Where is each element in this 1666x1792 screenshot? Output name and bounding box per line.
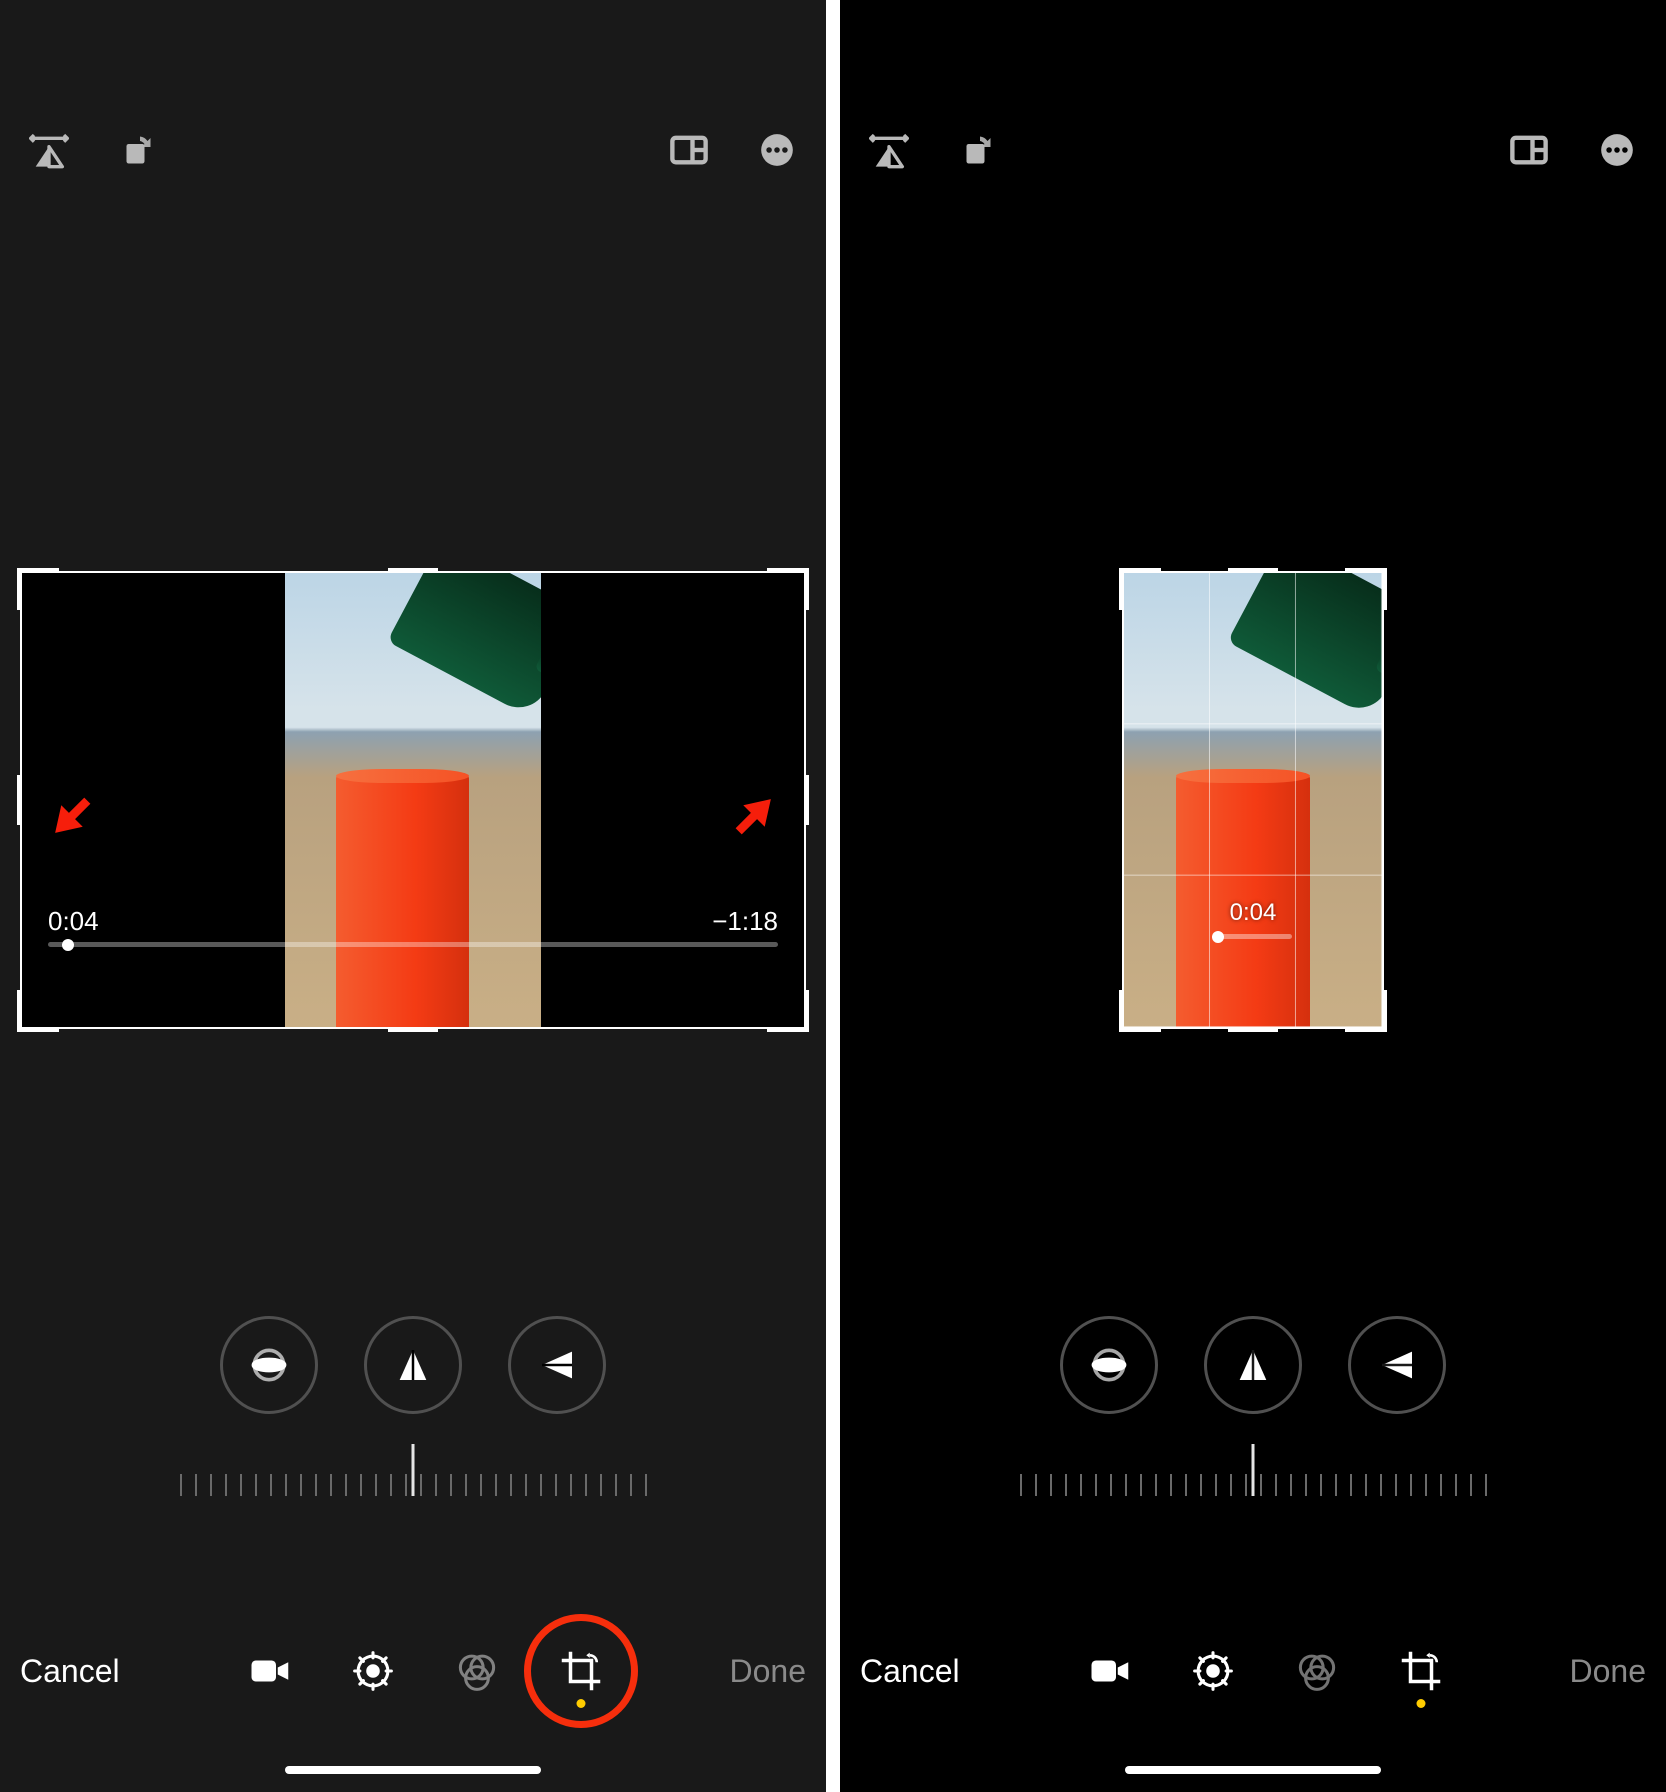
time-current: 0:04 — [1230, 899, 1277, 927]
scrubber[interactable] — [48, 942, 778, 947]
crop-frame[interactable]: 0:04 −1:18 — [20, 571, 806, 1029]
straighten-button[interactable] — [220, 1316, 318, 1414]
horizontal-perspective-button[interactable] — [1348, 1316, 1446, 1414]
video-tab-icon[interactable] — [248, 1650, 290, 1692]
crop-preview[interactable]: 0:04 — [840, 560, 1666, 1040]
scrub-time: 0:04 −1:18 — [22, 906, 804, 937]
crop-toolbar — [840, 114, 1666, 186]
time-remaining: −1:18 — [712, 906, 778, 937]
flip-horizontal-icon[interactable] — [28, 129, 70, 171]
filters-tab-icon[interactable] — [456, 1650, 498, 1692]
video-tab-icon[interactable] — [1088, 1650, 1130, 1692]
straighten-dial[interactable] — [48, 1452, 778, 1496]
done-button[interactable]: Done — [1569, 1653, 1646, 1690]
aspect-ratio-icon[interactable] — [668, 129, 710, 171]
dial-center-indicator — [1252, 1444, 1255, 1496]
horizontal-perspective-button[interactable] — [508, 1316, 606, 1414]
time-current: 0:04 — [48, 906, 99, 937]
crop-tab-icon[interactable] — [560, 1650, 602, 1692]
home-indicator — [285, 1766, 541, 1774]
crop-toolbar — [0, 114, 826, 186]
crop-frame[interactable]: 0:04 — [1122, 571, 1384, 1029]
dial-center-indicator — [412, 1444, 415, 1496]
phone-right: 0:04 — [840, 0, 1666, 1792]
video-frame — [1124, 573, 1382, 1027]
scrub-time: 0:04 — [1124, 899, 1382, 927]
adjust-tab-icon[interactable] — [352, 1650, 394, 1692]
straighten-button[interactable] — [1060, 1316, 1158, 1414]
more-icon[interactable] — [1596, 129, 1638, 171]
cancel-button[interactable]: Cancel — [20, 1653, 120, 1690]
rotate-icon[interactable] — [116, 129, 158, 171]
vertical-perspective-button[interactable] — [1204, 1316, 1302, 1414]
scrubber[interactable] — [1214, 934, 1292, 939]
active-tab-dot — [1416, 1699, 1425, 1708]
filters-tab-icon[interactable] — [1296, 1650, 1338, 1692]
active-tab-dot — [576, 1699, 585, 1708]
more-icon[interactable] — [756, 129, 798, 171]
rotate-icon[interactable] — [956, 129, 998, 171]
video-frame — [22, 573, 804, 1027]
editor-bottombar: Cancel Done — [0, 1626, 826, 1716]
done-button[interactable]: Done — [729, 1653, 806, 1690]
crop-adjust-row — [840, 1316, 1666, 1414]
straighten-dial[interactable] — [888, 1452, 1618, 1496]
phone-left: 0:04 −1:18 — [0, 0, 826, 1792]
crop-preview[interactable]: 0:04 −1:18 — [0, 560, 826, 1040]
flip-horizontal-icon[interactable] — [868, 129, 910, 171]
crop-adjust-row — [0, 1316, 826, 1414]
editor-bottombar: Cancel Done — [840, 1626, 1666, 1716]
adjust-tab-icon[interactable] — [1192, 1650, 1234, 1692]
crop-tab-icon[interactable] — [1400, 1650, 1442, 1692]
vertical-perspective-button[interactable] — [364, 1316, 462, 1414]
aspect-ratio-icon[interactable] — [1508, 129, 1550, 171]
cancel-button[interactable]: Cancel — [860, 1653, 960, 1690]
home-indicator — [1125, 1766, 1381, 1774]
